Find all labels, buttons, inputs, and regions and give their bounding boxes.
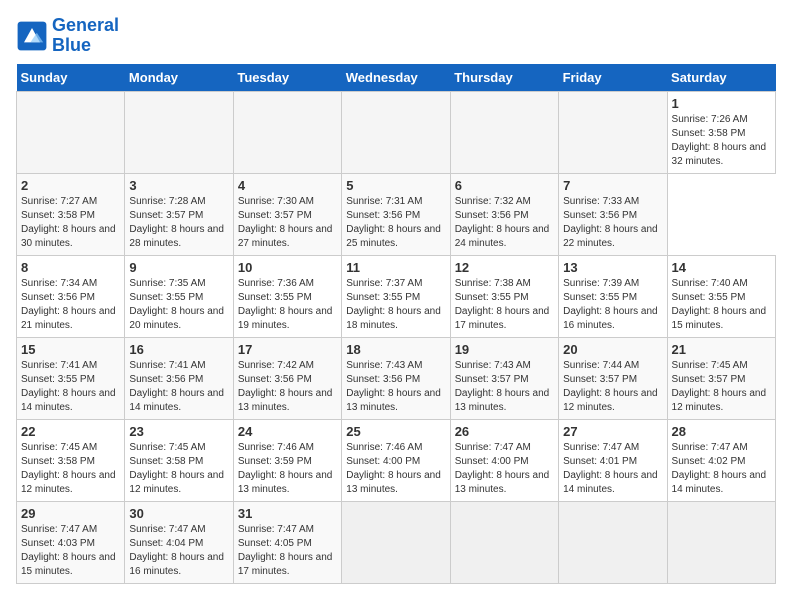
calendar-body: 1Sunrise: 7:26 AMSunset: 3:58 PMDaylight… — [17, 91, 776, 583]
calendar-week-row: 15Sunrise: 7:41 AMSunset: 3:55 PMDayligh… — [17, 337, 776, 419]
calendar-empty-cell — [559, 501, 667, 583]
calendar-empty-cell — [342, 501, 450, 583]
calendar-header-row: SundayMondayTuesdayWednesdayThursdayFrid… — [17, 64, 776, 92]
calendar-day-cell: 1Sunrise: 7:26 AMSunset: 3:58 PMDaylight… — [667, 91, 775, 173]
calendar-day-header: Thursday — [450, 64, 558, 92]
calendar-day-header: Wednesday — [342, 64, 450, 92]
calendar-week-row: 1Sunrise: 7:26 AMSunset: 3:58 PMDaylight… — [17, 91, 776, 173]
calendar-week-row: 22Sunrise: 7:45 AMSunset: 3:58 PMDayligh… — [17, 419, 776, 501]
calendar-day-cell: 16Sunrise: 7:41 AMSunset: 3:56 PMDayligh… — [125, 337, 233, 419]
calendar-day-header: Saturday — [667, 64, 775, 92]
calendar-day-cell: 11Sunrise: 7:37 AMSunset: 3:55 PMDayligh… — [342, 255, 450, 337]
calendar-week-row: 2Sunrise: 7:27 AMSunset: 3:58 PMDaylight… — [17, 173, 776, 255]
calendar-day-header: Tuesday — [233, 64, 341, 92]
calendar-empty-cell — [233, 91, 341, 173]
calendar-day-cell: 3Sunrise: 7:28 AMSunset: 3:57 PMDaylight… — [125, 173, 233, 255]
calendar-day-cell: 29Sunrise: 7:47 AMSunset: 4:03 PMDayligh… — [17, 501, 125, 583]
calendar-day-cell: 8Sunrise: 7:34 AMSunset: 3:56 PMDaylight… — [17, 255, 125, 337]
calendar-day-header: Sunday — [17, 64, 125, 92]
calendar-day-cell: 26Sunrise: 7:47 AMSunset: 4:00 PMDayligh… — [450, 419, 558, 501]
calendar-day-cell: 20Sunrise: 7:44 AMSunset: 3:57 PMDayligh… — [559, 337, 667, 419]
calendar-day-cell: 30Sunrise: 7:47 AMSunset: 4:04 PMDayligh… — [125, 501, 233, 583]
calendar-day-cell: 23Sunrise: 7:45 AMSunset: 3:58 PMDayligh… — [125, 419, 233, 501]
calendar-day-cell: 19Sunrise: 7:43 AMSunset: 3:57 PMDayligh… — [450, 337, 558, 419]
calendar-day-cell: 6Sunrise: 7:32 AMSunset: 3:56 PMDaylight… — [450, 173, 558, 255]
calendar-empty-cell — [450, 501, 558, 583]
calendar-day-cell: 10Sunrise: 7:36 AMSunset: 3:55 PMDayligh… — [233, 255, 341, 337]
calendar-empty-cell — [450, 91, 558, 173]
calendar-table: SundayMondayTuesdayWednesdayThursdayFrid… — [16, 64, 776, 584]
calendar-day-cell: 13Sunrise: 7:39 AMSunset: 3:55 PMDayligh… — [559, 255, 667, 337]
calendar-day-cell: 7Sunrise: 7:33 AMSunset: 3:56 PMDaylight… — [559, 173, 667, 255]
calendar-empty-cell — [342, 91, 450, 173]
calendar-week-row: 8Sunrise: 7:34 AMSunset: 3:56 PMDaylight… — [17, 255, 776, 337]
calendar-day-cell: 18Sunrise: 7:43 AMSunset: 3:56 PMDayligh… — [342, 337, 450, 419]
calendar-day-cell: 15Sunrise: 7:41 AMSunset: 3:55 PMDayligh… — [17, 337, 125, 419]
calendar-empty-cell — [125, 91, 233, 173]
calendar-day-cell: 9Sunrise: 7:35 AMSunset: 3:55 PMDaylight… — [125, 255, 233, 337]
calendar-day-cell: 21Sunrise: 7:45 AMSunset: 3:57 PMDayligh… — [667, 337, 775, 419]
calendar-day-cell: 27Sunrise: 7:47 AMSunset: 4:01 PMDayligh… — [559, 419, 667, 501]
calendar-day-cell: 14Sunrise: 7:40 AMSunset: 3:55 PMDayligh… — [667, 255, 775, 337]
calendar-day-cell: 5Sunrise: 7:31 AMSunset: 3:56 PMDaylight… — [342, 173, 450, 255]
calendar-day-cell: 12Sunrise: 7:38 AMSunset: 3:55 PMDayligh… — [450, 255, 558, 337]
calendar-day-header: Friday — [559, 64, 667, 92]
logo: General Blue — [16, 16, 119, 56]
page-header: General Blue — [16, 16, 776, 56]
calendar-empty-cell — [17, 91, 125, 173]
calendar-day-cell: 24Sunrise: 7:46 AMSunset: 3:59 PMDayligh… — [233, 419, 341, 501]
calendar-day-cell: 25Sunrise: 7:46 AMSunset: 4:00 PMDayligh… — [342, 419, 450, 501]
logo-text: General Blue — [52, 16, 119, 56]
calendar-day-cell: 28Sunrise: 7:47 AMSunset: 4:02 PMDayligh… — [667, 419, 775, 501]
calendar-week-row: 29Sunrise: 7:47 AMSunset: 4:03 PMDayligh… — [17, 501, 776, 583]
calendar-day-cell: 4Sunrise: 7:30 AMSunset: 3:57 PMDaylight… — [233, 173, 341, 255]
logo-icon — [16, 20, 48, 52]
calendar-empty-cell — [559, 91, 667, 173]
calendar-day-cell: 22Sunrise: 7:45 AMSunset: 3:58 PMDayligh… — [17, 419, 125, 501]
calendar-empty-cell — [667, 501, 775, 583]
calendar-day-cell: 17Sunrise: 7:42 AMSunset: 3:56 PMDayligh… — [233, 337, 341, 419]
calendar-day-cell: 31Sunrise: 7:47 AMSunset: 4:05 PMDayligh… — [233, 501, 341, 583]
calendar-day-cell: 2Sunrise: 7:27 AMSunset: 3:58 PMDaylight… — [17, 173, 125, 255]
calendar-day-header: Monday — [125, 64, 233, 92]
